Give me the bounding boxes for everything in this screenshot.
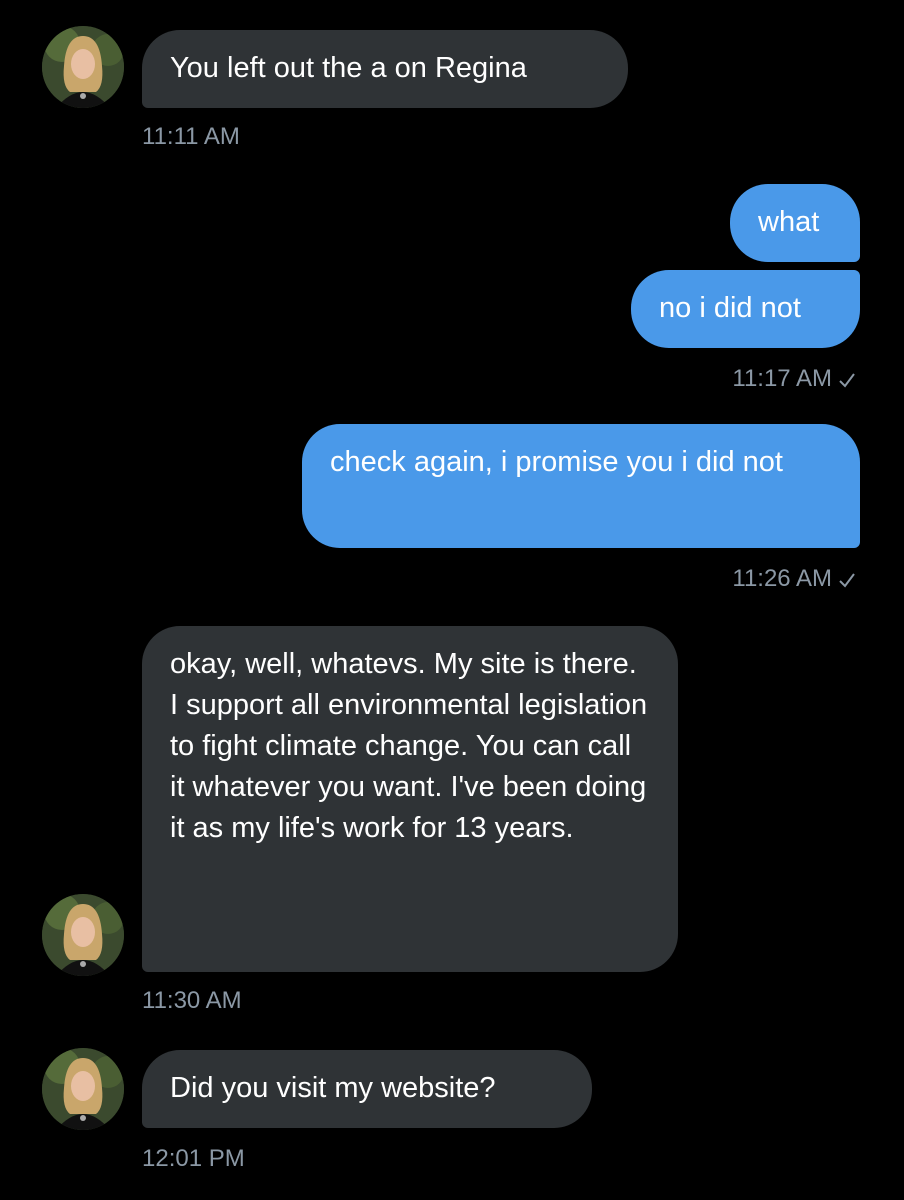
timestamp-text: 11:11 AM — [142, 123, 240, 150]
timestamp-text: 11:17 AM — [732, 365, 832, 392]
message-timestamp: 11:26 AM — [732, 564, 856, 596]
message-thread: You left out the a on Regina 11:11 AM wh… — [0, 0, 904, 1200]
timestamp-text: 11:30 AM — [142, 987, 242, 1014]
incoming-message-bubble[interactable]: okay, well, whatevs. My site is there. I… — [142, 626, 678, 972]
checkmark-icon — [838, 366, 856, 396]
incoming-message-bubble[interactable]: Did you visit my website? — [142, 1050, 592, 1128]
message-text: check again, i promise you i did not — [330, 446, 783, 478]
timestamp-text: 11:26 AM — [732, 565, 832, 592]
message-text: no i did not — [659, 292, 801, 324]
outgoing-message-bubble[interactable]: check again, i promise you i did not — [302, 424, 860, 548]
message-timestamp: 11:11 AM — [142, 122, 240, 152]
contact-avatar[interactable] — [42, 894, 124, 976]
incoming-message-bubble[interactable]: You left out the a on Regina — [142, 30, 628, 108]
message-text: Did you visit my website? — [170, 1072, 496, 1104]
outgoing-message-bubble[interactable]: no i did not — [631, 270, 860, 348]
contact-avatar[interactable] — [42, 1048, 124, 1130]
message-timestamp: 11:30 AM — [142, 986, 242, 1016]
message-text: You left out the a on Regina — [170, 52, 527, 84]
message-text: okay, well, whatevs. My site is there. I… — [170, 648, 648, 844]
outgoing-message-bubble[interactable]: what — [730, 184, 860, 262]
message-text: what — [758, 206, 820, 238]
contact-avatar[interactable] — [42, 26, 124, 108]
timestamp-text: 12:01 PM — [142, 1145, 245, 1172]
checkmark-icon — [838, 566, 856, 596]
message-timestamp: 11:17 AM — [732, 364, 856, 396]
message-timestamp: 12:01 PM — [142, 1144, 245, 1174]
